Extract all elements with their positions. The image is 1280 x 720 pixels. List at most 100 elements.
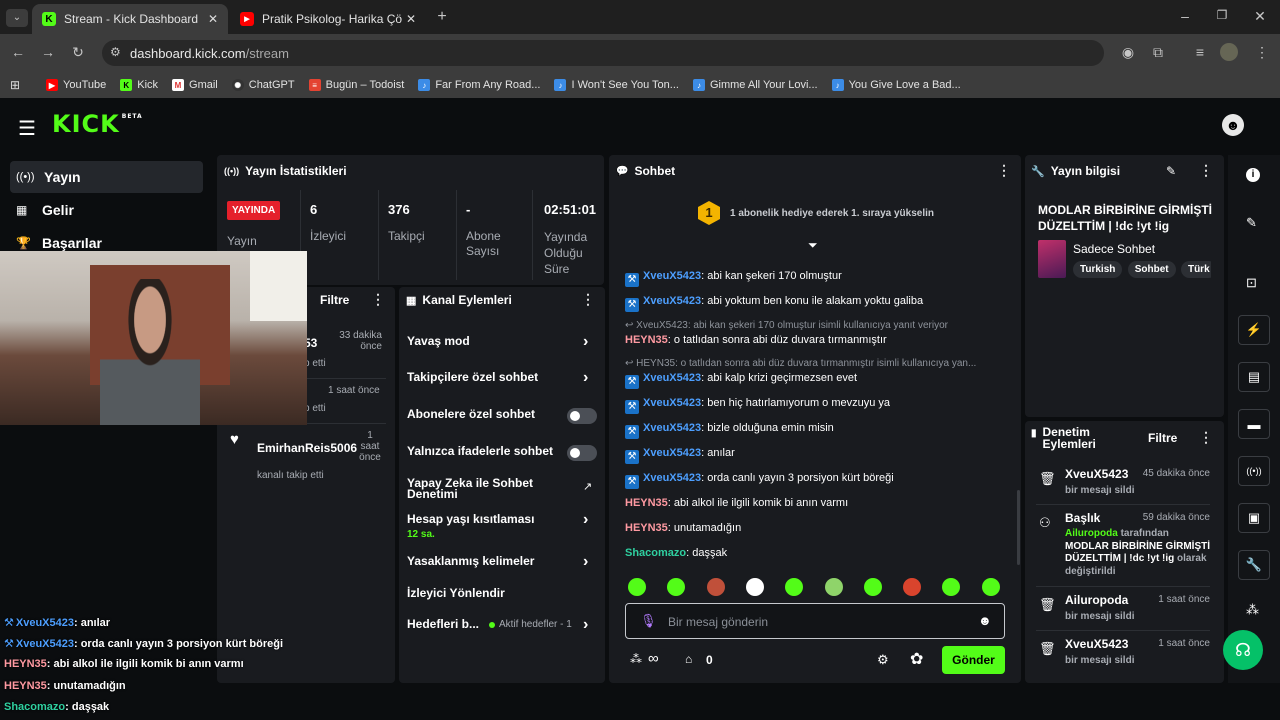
channel-actions-more-icon[interactable]: ⋮ [581, 291, 595, 308]
tab-kick-dashboard[interactable]: K Stream - Kick Dashboard ✕ [32, 4, 228, 34]
bookmark-song-3[interactable]: ♪ Gimme All Your Lovi... [692, 79, 818, 91]
support-headset-button[interactable]: ☊ [1223, 630, 1263, 670]
forward-icon[interactable]: → [38, 44, 58, 60]
bookmark-song-2[interactable]: ♪ I Won't See You Ton... [554, 79, 679, 91]
extension-icon[interactable]: ◉ [1118, 44, 1138, 61]
chat-message[interactable]: ⚒ XveuX5423: abi kalp krizi geçirmezsen e… [625, 372, 857, 389]
moderation-more-icon[interactable]: ⋮ [1199, 429, 1213, 446]
tab-youtube[interactable]: ▶ Pratik Psikolog- Harika Çözüm ✕ [230, 4, 426, 34]
bookmark-youtube[interactable]: ▶ YouTube [46, 79, 106, 91]
chat-username[interactable]: XveuX5423 [643, 397, 701, 409]
emote-icon[interactable] [981, 578, 1000, 596]
chat-scrollbar[interactable] [1017, 490, 1020, 565]
notes-icon[interactable]: ▤ [1238, 362, 1270, 392]
bookmark-kick[interactable]: K Kick [120, 79, 158, 91]
quick-emote-icon[interactable]: ✿ [910, 649, 923, 669]
chat-message[interactable]: HEYN35: o tatlıdan sonra abi düz duvara … [625, 334, 887, 346]
hamburger-menu-icon[interactable]: ☰ [18, 116, 36, 141]
chat-message[interactable]: ⚒ XveuX5423: orda canlı yayın 3 porsiyon … [625, 472, 894, 489]
bookmark-chatgpt[interactable]: ✺ ChatGPT [231, 79, 295, 91]
category-name[interactable]: Sadece Sohbet [1073, 242, 1155, 256]
back-icon[interactable]: ← [8, 44, 28, 60]
bookmark-song-4[interactable]: ♪ You Give Love a Bad... [831, 79, 961, 91]
gift-leaderboard-banner[interactable]: 1 1 abonelik hediye ederek 1. sıraya yük… [698, 201, 934, 225]
close-tab-icon[interactable]: ✕ [208, 12, 218, 26]
chat-username[interactable]: XveuX5423 [643, 295, 701, 307]
chat-username[interactable]: XveuX5423 [643, 270, 701, 282]
chat-username[interactable]: XveuX5423 [643, 472, 701, 484]
activity-more-icon[interactable]: ⋮ [371, 291, 385, 308]
kick-logo[interactable]: KICK BETA [52, 110, 143, 138]
tag-sohbet[interactable]: Sohbet [1127, 261, 1176, 278]
close-window-icon[interactable]: ✕ [1250, 8, 1270, 25]
broadcast-rail-icon[interactable]: ((•)) [1238, 456, 1270, 486]
channel-action-8[interactable]: Hedefleri b... Aktif hedefler - 1 › [407, 616, 597, 649]
channel-action-2[interactable]: Abonelere özel sohbet [407, 408, 597, 439]
chat-username[interactable]: HEYN35 [625, 497, 668, 509]
profile-avatar[interactable] [1220, 43, 1238, 61]
nav-item-gelir[interactable]: ▦ Gelir [16, 202, 74, 218]
bookmark-todoist[interactable]: ≡ Bugün – Todoist [308, 79, 404, 91]
emote-icon[interactable] [863, 578, 882, 596]
emote-icon[interactable] [706, 578, 725, 596]
chat-username[interactable]: HEYN35 [625, 522, 668, 534]
channel-action-4[interactable]: Yapay Zeka ile Sohbet Denetimi ↗ [407, 477, 597, 508]
chat-settings-icon[interactable]: ⚙ [877, 652, 889, 668]
edit-icon[interactable]: ✎ [1246, 215, 1257, 231]
channel-action-6[interactable]: Yasaklanmış kelimeler › [407, 553, 597, 586]
channel-action-3[interactable]: Yalnızca ifadelerle sohbet [407, 445, 597, 476]
edit-stream-info-icon[interactable]: ✎ [1166, 164, 1176, 178]
maximize-icon[interactable]: ❐ [1212, 8, 1232, 22]
emote-icon[interactable] [903, 578, 922, 596]
nav-item-basarilar[interactable]: 🏆 Başarılar [16, 235, 102, 251]
channel-action-1[interactable]: Takipçilere özel sohbet › [407, 369, 597, 402]
chat-message[interactable]: Shacomazo: daşşak [625, 547, 727, 559]
channel-action-5[interactable]: Hesap yaşı kısıtlaması 12 sa. › [407, 511, 597, 544]
chat-input[interactable]: 🎙 Bir mesaj gönderin ☻ [625, 603, 1005, 639]
activity-filter-button[interactable]: Filtre [320, 293, 349, 307]
store-icon[interactable]: ⌂ [685, 652, 692, 666]
emote-icon[interactable] [628, 578, 646, 596]
emote-icon[interactable] [745, 578, 764, 596]
chat-username[interactable]: HEYN35 [625, 334, 668, 346]
chat-message[interactable]: ⚒ XveuX5423: bizle olduğuna emin misin [625, 422, 834, 439]
tag-turkish[interactable]: Turkish [1073, 261, 1123, 278]
channel-action-0[interactable]: Yavaş mod › [407, 333, 597, 366]
site-info-icon[interactable]: ⚙ [110, 45, 121, 59]
chat-username[interactable]: XveuX5423 [643, 422, 701, 434]
reload-icon[interactable]: ↻ [68, 44, 88, 61]
tab-search-icon[interactable]: ⌄ [6, 9, 28, 27]
chat-username[interactable]: XveuX5423 [643, 447, 701, 459]
send-button[interactable]: Gönder [942, 646, 1005, 674]
layout-icon[interactable]: ▣ [1238, 503, 1270, 533]
chat-message[interactable]: ⚒ XveuX5423: abi kan şekeri 170 olmuştur [625, 270, 842, 287]
moderation-filter-button[interactable]: Filtre [1148, 431, 1177, 445]
minimize-icon[interactable]: – [1175, 8, 1195, 24]
emoji-picker-icon[interactable]: ☻ [978, 613, 992, 628]
more-tools-icon[interactable]: ⁂ [1246, 602, 1259, 618]
tools-icon[interactable]: 🔧 [1238, 550, 1270, 580]
bookmark-gmail[interactable]: M Gmail [172, 79, 218, 91]
chat-scroll-filter-icon[interactable]: ⏷ [808, 238, 818, 253]
microphone-icon[interactable]: 🎙 [640, 613, 657, 629]
chat-message[interactable]: HEYN35: unutamadığın [625, 522, 741, 534]
address-bar[interactable]: ⚙ dashboard.kick.com/stream [102, 40, 1104, 66]
chat-more-icon[interactable]: ⋮ [997, 162, 1011, 179]
tag-turk[interactable]: Türk [1180, 261, 1211, 278]
new-tab-icon[interactable]: + [432, 8, 452, 26]
chat-message[interactable]: ⚒ XveuX5423: ben hiç hatırlamıyorum o mev… [625, 397, 890, 414]
chat-message[interactable]: ⚒ XveuX5423: anılar [625, 447, 735, 464]
channel-action-7[interactable]: İzleyici Yönlendir [407, 587, 597, 618]
quick-action-lightning-icon[interactable]: ⚡ [1238, 315, 1270, 345]
screenshot-icon[interactable]: ⊡ [1246, 275, 1257, 291]
bookmark-song-1[interactable]: ♪ Far From Any Road... [418, 79, 540, 91]
toggle-switch[interactable] [567, 408, 597, 424]
channel-points-icon[interactable]: ⁂ [630, 652, 642, 666]
media-control-icon[interactable]: ≡ [1190, 44, 1210, 60]
chat-message[interactable]: HEYN35: abi alkol ile ilgili komik bi an… [625, 497, 848, 509]
user-avatar[interactable]: ☻ [1222, 114, 1244, 136]
chat-popout-icon[interactable]: ▬ [1238, 409, 1270, 439]
browser-menu-icon[interactable]: ⋮ [1252, 44, 1272, 61]
extensions-puzzle-icon[interactable]: ⧉ [1148, 44, 1168, 61]
emote-icon[interactable] [824, 578, 843, 596]
